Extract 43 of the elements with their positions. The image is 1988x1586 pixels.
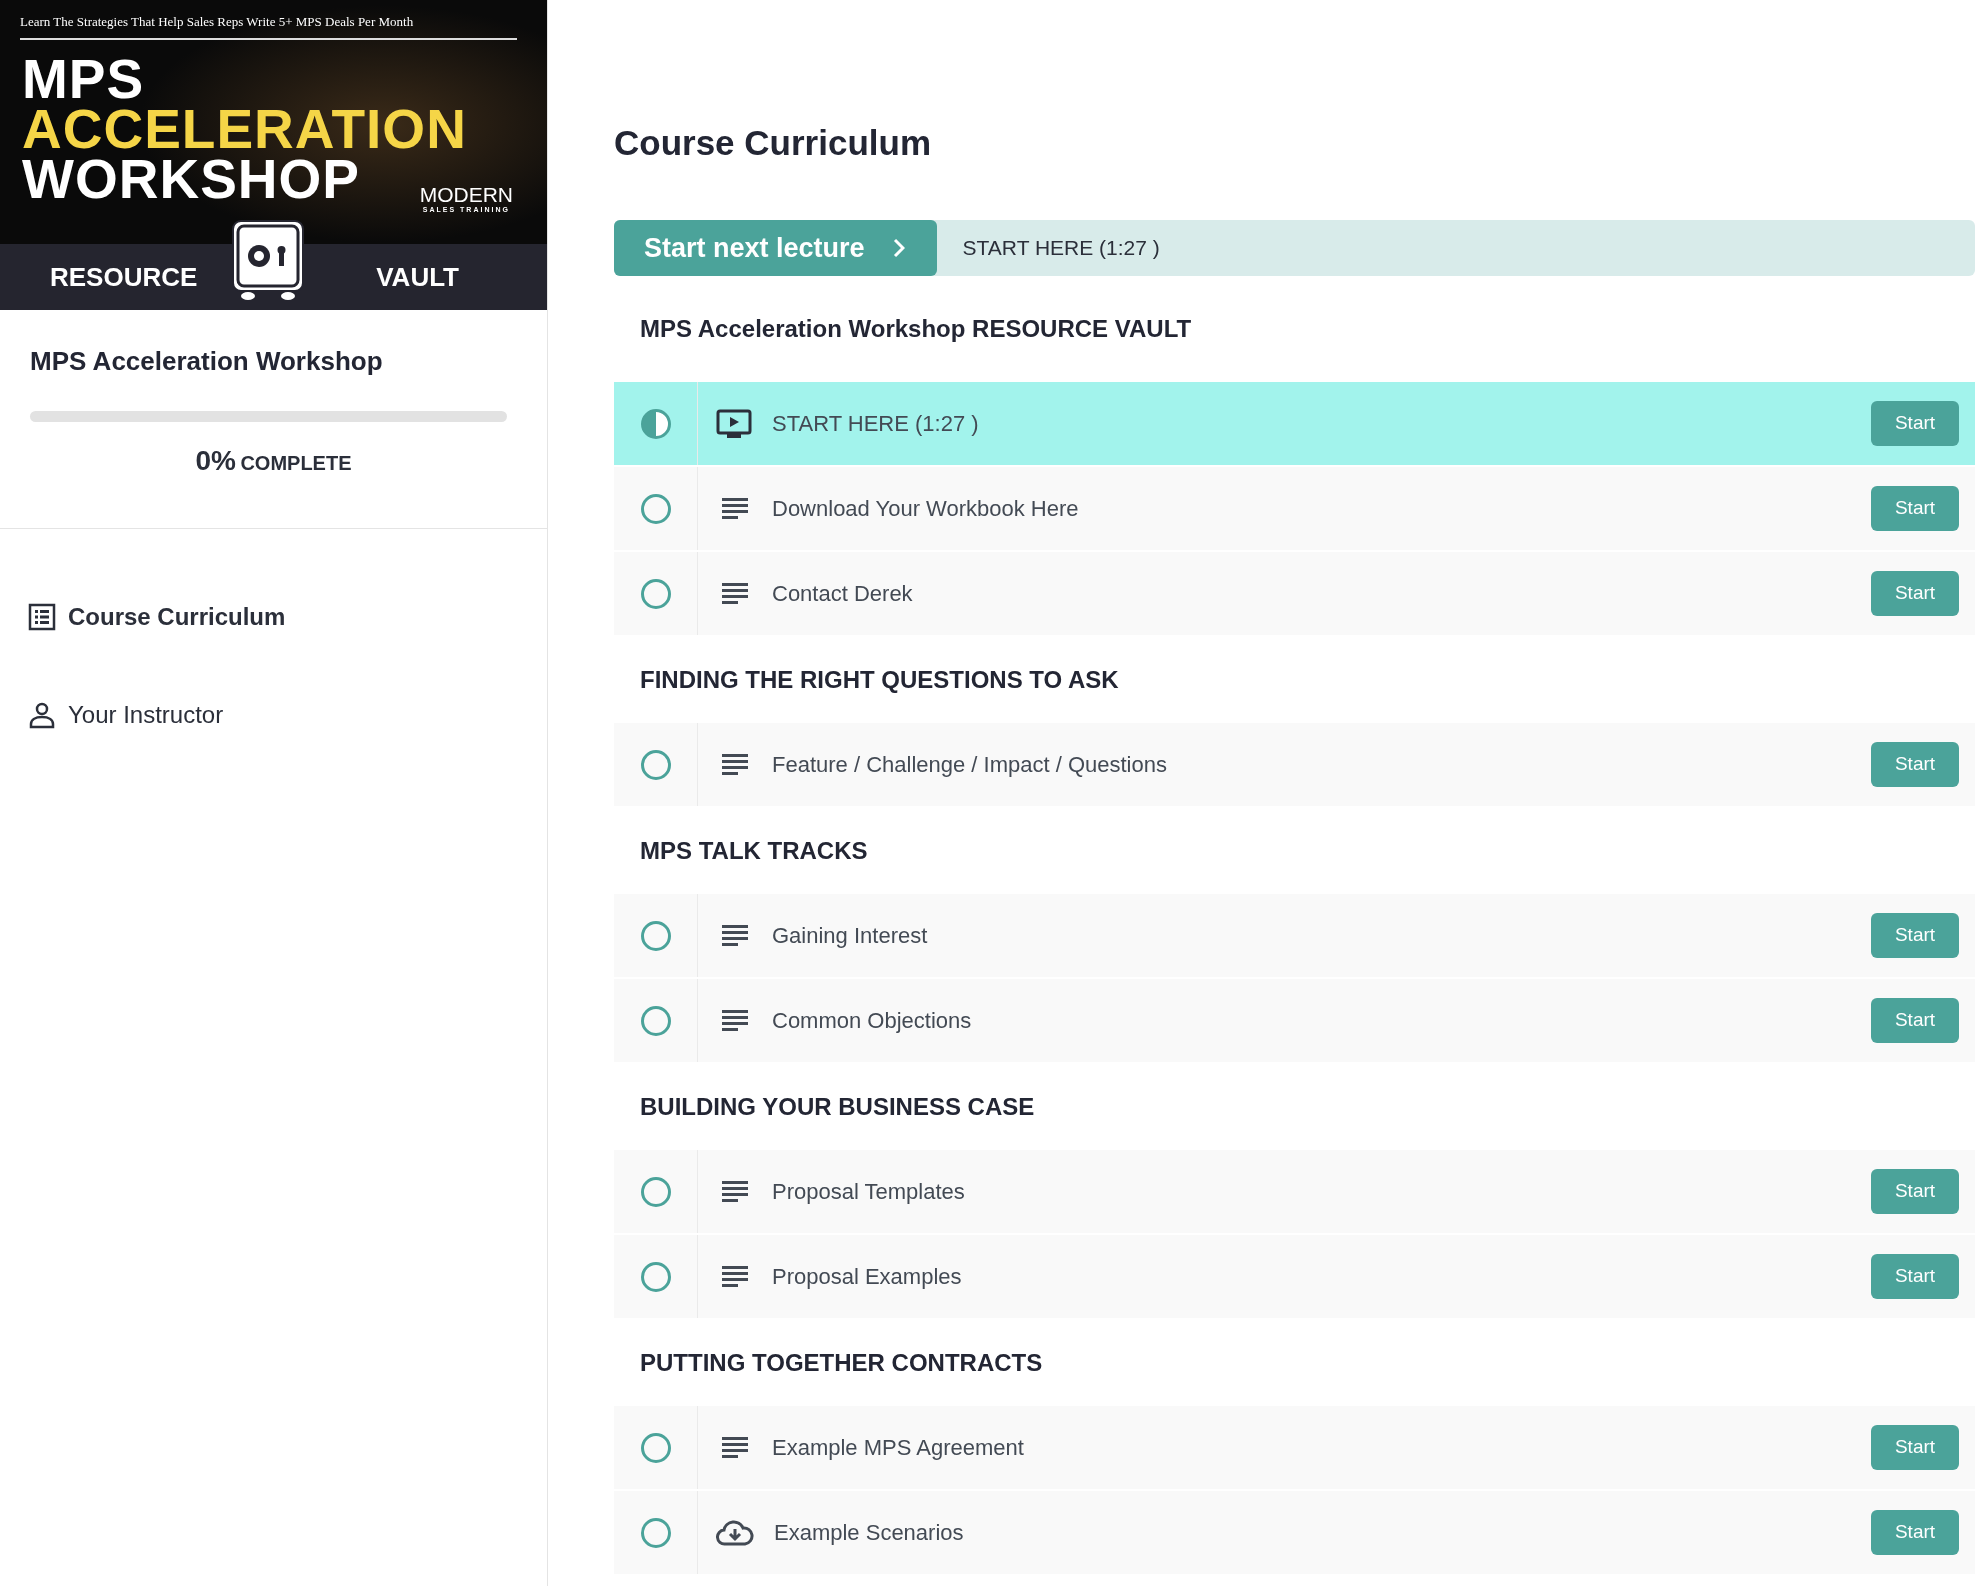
lecture-row[interactable]: Gaining Interest Start <box>614 894 1975 977</box>
lecture-title: Proposal Templates <box>772 1178 966 1206</box>
video-screen-icon <box>716 408 752 439</box>
list-icon <box>28 603 56 631</box>
lecture-title: Common Objections <box>772 1007 973 1035</box>
chevron-right-icon <box>892 238 905 258</box>
lecture-row[interactable]: Proposal Templates Start <box>614 1150 1975 1233</box>
section-title: MPS Acceleration Workshop RESOURCE VAULT <box>639 314 1193 344</box>
banner-tagline: Learn The Strategies That Help Sales Reps Write 5+ MPS Deals Per Month <box>19 13 415 31</box>
lecture-title: Contact Derek <box>772 580 914 608</box>
progress-percent: 0% <box>195 445 236 476</box>
user-icon <box>28 701 56 729</box>
lecture-row[interactable]: Contact Derek Start <box>614 552 1975 635</box>
lecture-title: Example Scenarios <box>774 1519 965 1547</box>
lecture-title: Gaining Interest <box>772 922 929 950</box>
banner-title-line: WORKSHOP <box>21 153 360 204</box>
next-lecture-title: START HERE (1:27 ) <box>961 235 1160 262</box>
lecture-title: Proposal Examples <box>772 1263 963 1291</box>
section-title: MPS TALK TRACKS <box>639 836 869 866</box>
banner-word: RESOURCE <box>50 260 198 294</box>
lecture-title: Example MPS Agreement <box>772 1434 1025 1462</box>
lecture-row[interactable]: Proposal Examples Start <box>614 1235 1975 1318</box>
lecture-row[interactable]: Download Your Workbook Here Start <box>614 467 1975 550</box>
lecture-row[interactable]: Feature / Challenge / Impact / Questions Start <box>614 723 1975 806</box>
lecture-row[interactable]: Example Scenarios Start <box>614 1491 1975 1574</box>
lecture-row[interactable]: Example MPS Agreement Start <box>614 1406 1975 1489</box>
lecture-row[interactable]: Common Objections Start <box>614 979 1975 1062</box>
cloud-download-icon <box>716 1519 754 1546</box>
course-title: MPS Acceleration Workshop <box>29 345 384 378</box>
banner-title-line: MPS <box>21 53 145 104</box>
section-title: PUTTING TOGETHER CONTRACTS <box>639 1348 1044 1378</box>
lecture-title: Download Your Workbook Here <box>772 495 1080 523</box>
banner-title-line: ACCELERATION <box>21 103 467 154</box>
lecture-title: START HERE (1:27 ) <box>772 410 980 438</box>
lecture-row[interactable]: START HERE (1:27 ) Start <box>614 382 1975 465</box>
banner-word: VAULT <box>376 260 459 294</box>
section-title: FINDING THE RIGHT QUESTIONS TO ASK <box>639 665 1120 695</box>
section-title: BUILDING YOUR BUSINESS CASE <box>639 1092 1036 1122</box>
page-title: Course Curriculum <box>614 122 932 164</box>
sidebar-link[interactable]: Course Curriculum <box>0 599 547 635</box>
progress-label: COMPLETE <box>240 452 352 474</box>
sidebar-link[interactable]: Your Instructor <box>0 697 547 733</box>
lecture-title: Feature / Challenge / Impact / Questions <box>772 751 1168 779</box>
